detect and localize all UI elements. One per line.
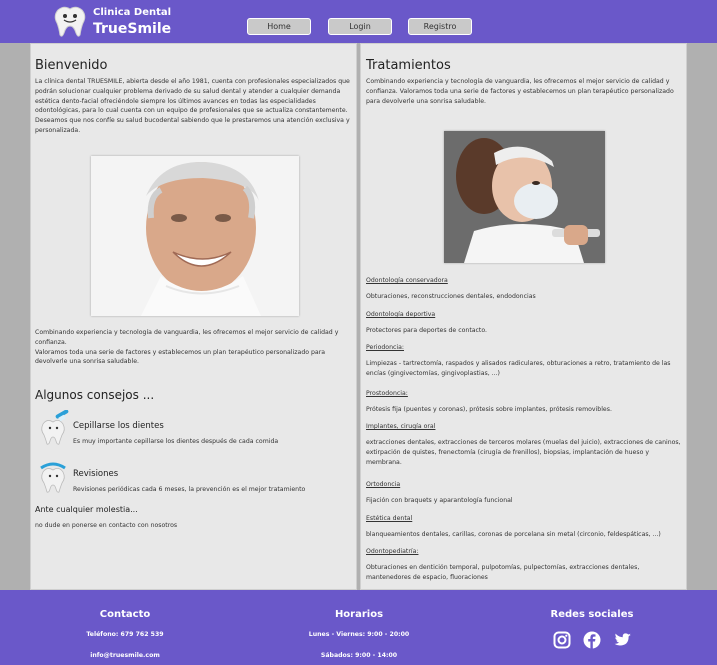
welcome-panel: Bienvenido La clínica dental TRUESMILE, … (30, 43, 357, 590)
treatment-description: blanqueamientos dentales, carillas, coro… (366, 531, 661, 538)
tip-checkups-text: Revisiones periódicas cada 6 meses, la p… (73, 486, 306, 493)
treatment-description: extracciones dentales, extracciones de t… (366, 439, 681, 466)
hours-weekdays: Lunes - Viernes: 9:00 - 20:00 (308, 631, 410, 638)
tip-brushing-text: Es muy importante cepillarse los dientes… (73, 438, 279, 445)
welcome-intro: La clínica dental TRUESMILE, abierta des… (35, 78, 350, 134)
contact-email[interactable]: info@truesmile.com (50, 652, 200, 659)
tooth-logo-icon (54, 6, 86, 37)
discomfort-title: Ante cualquier molestia... (35, 505, 138, 514)
toothbrush-tooth-icon (41, 410, 69, 445)
instagram-icon[interactable] (553, 631, 571, 649)
registro-button[interactable]: Registro (408, 18, 472, 35)
login-button[interactable]: Login (328, 18, 392, 35)
treatment-description: Prótesis fija (puentes y coronas), próte… (366, 406, 612, 413)
treatment-description: Fijación con braquets y aparantología fu… (366, 497, 513, 504)
treatment-description: Protectores para deportes de contacto. (366, 327, 488, 334)
treatment-title: Periodoncia: (366, 344, 404, 351)
treatment-description: Limpiezas - tartrectomía, raspados y ali… (366, 360, 671, 377)
social-title: Redes sociales (550, 609, 634, 620)
welcome-title: Bienvenido (35, 58, 108, 73)
welcome-description: Combinando experiencia y tecnología de v… (35, 329, 339, 366)
treatment-title: Prostodoncia: (366, 390, 408, 397)
discomfort-text: no dude en ponerse en contacto con nosot… (35, 522, 178, 529)
facebook-icon[interactable] (583, 631, 601, 649)
treatment-title: Odontología deportiva (366, 311, 436, 318)
treatment-title: Implantes, cirugía oral (366, 423, 436, 430)
smiling-man-photo (91, 156, 299, 316)
treatment-title: Estética dental (366, 515, 413, 522)
treatments-title: Tratamientos (366, 58, 451, 73)
contact-title: Contacto (99, 609, 151, 620)
footer: Contacto Teléfono: 679 762 539 info@true… (0, 590, 717, 665)
treatments-intro: Combinando experiencia y tecnología de v… (366, 78, 674, 105)
home-button[interactable]: Home (247, 18, 311, 35)
contact-phone: Teléfono: 679 762 539 (86, 631, 164, 638)
header: Clinica Dental TrueSmile Home Login Regi… (0, 0, 717, 43)
brand-name: TrueSmile (93, 21, 172, 37)
hours-saturday: Sábados: 9:00 - 14:00 (320, 652, 398, 659)
treatment-description: Obturaciones, reconstrucciones dentales,… (366, 293, 536, 300)
tips-title: Algunos consejos ... (35, 388, 155, 402)
treatment-title: Odontopediatría: (366, 548, 419, 555)
treatment-title: Ortodoncia (366, 481, 401, 488)
dentist-photo (444, 131, 605, 263)
hours-title: Horarios (334, 609, 384, 620)
tip-brushing-title: Cepillarse los dientes (73, 421, 164, 431)
treatment-title: Odontología conservadora (366, 277, 448, 284)
tip-checkups-title: Revisiones (73, 469, 119, 479)
treatments-panel: Tratamientos Combinando experiencia y te… (360, 43, 687, 590)
tooth-checkup-icon (40, 462, 66, 493)
twitter-icon[interactable] (614, 631, 632, 649)
brand-subtitle: Clinica Dental (93, 7, 172, 18)
treatment-description: Obturaciones en dentición temporal, pulp… (366, 564, 640, 581)
